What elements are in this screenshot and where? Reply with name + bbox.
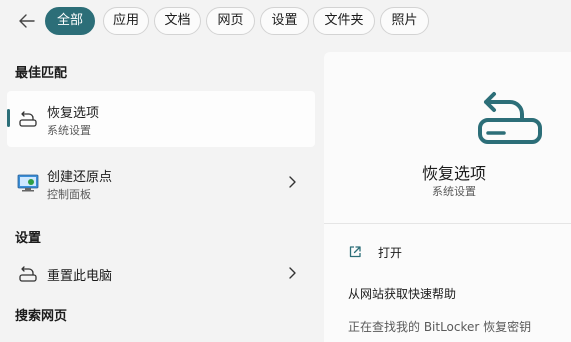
section-settings: 设置 — [15, 231, 42, 246]
result-create-restore-point[interactable]: 创建还原点 控制面板 — [7, 155, 315, 211]
open-external-icon — [349, 246, 361, 258]
divider — [324, 223, 571, 224]
chevron-right-icon — [289, 267, 296, 279]
section-web-search: 搜索网页 — [15, 309, 68, 324]
selection-indicator — [7, 109, 10, 127]
tab-folders[interactable]: 文件夹 — [313, 7, 375, 35]
tab-settings[interactable]: 设置 — [260, 7, 309, 35]
tab-web[interactable]: 网页 — [206, 7, 255, 35]
chevron-right-icon — [289, 176, 296, 188]
tab-documents[interactable]: 文档 — [154, 7, 201, 35]
result-subtitle: 控制面板 — [47, 188, 91, 201]
monitor-restore-icon — [17, 174, 39, 192]
recovery-icon — [19, 111, 37, 127]
detail-title: 恢复选项 — [421, 164, 486, 183]
tab-all[interactable]: 全部 — [45, 7, 95, 35]
tab-photos[interactable]: 照片 — [380, 7, 429, 35]
result-subtitle: 系统设置 — [47, 124, 91, 137]
tab-apps[interactable]: 应用 — [103, 7, 149, 35]
help-heading: 从网站获取快速帮助 — [348, 287, 457, 301]
reset-pc-icon — [19, 266, 37, 282]
result-reset-pc[interactable]: 重置此电脑 — [7, 246, 315, 302]
result-title: 恢复选项 — [47, 106, 100, 121]
open-label: 打开 — [378, 246, 403, 260]
detail-subtitle: 系统设置 — [432, 185, 476, 198]
result-recovery-options[interactable]: 恢复选项 系统设置 — [7, 91, 315, 147]
recovery-large-icon — [478, 92, 542, 144]
back-arrow-icon[interactable] — [17, 11, 37, 31]
result-title: 重置此电脑 — [47, 269, 113, 284]
filter-bar: 全部 应用 文档 网页 设置 文件夹 照片 — [0, 0, 571, 44]
section-best-match: 最佳匹配 — [15, 66, 68, 81]
detail-panel: 恢复选项 系统设置 打开 从网站获取快速帮助 正在查找我的 BitLocker … — [324, 52, 571, 342]
result-title: 创建还原点 — [47, 170, 113, 185]
help-link[interactable]: 正在查找我的 BitLocker 恢复密钥 — [348, 318, 531, 335]
